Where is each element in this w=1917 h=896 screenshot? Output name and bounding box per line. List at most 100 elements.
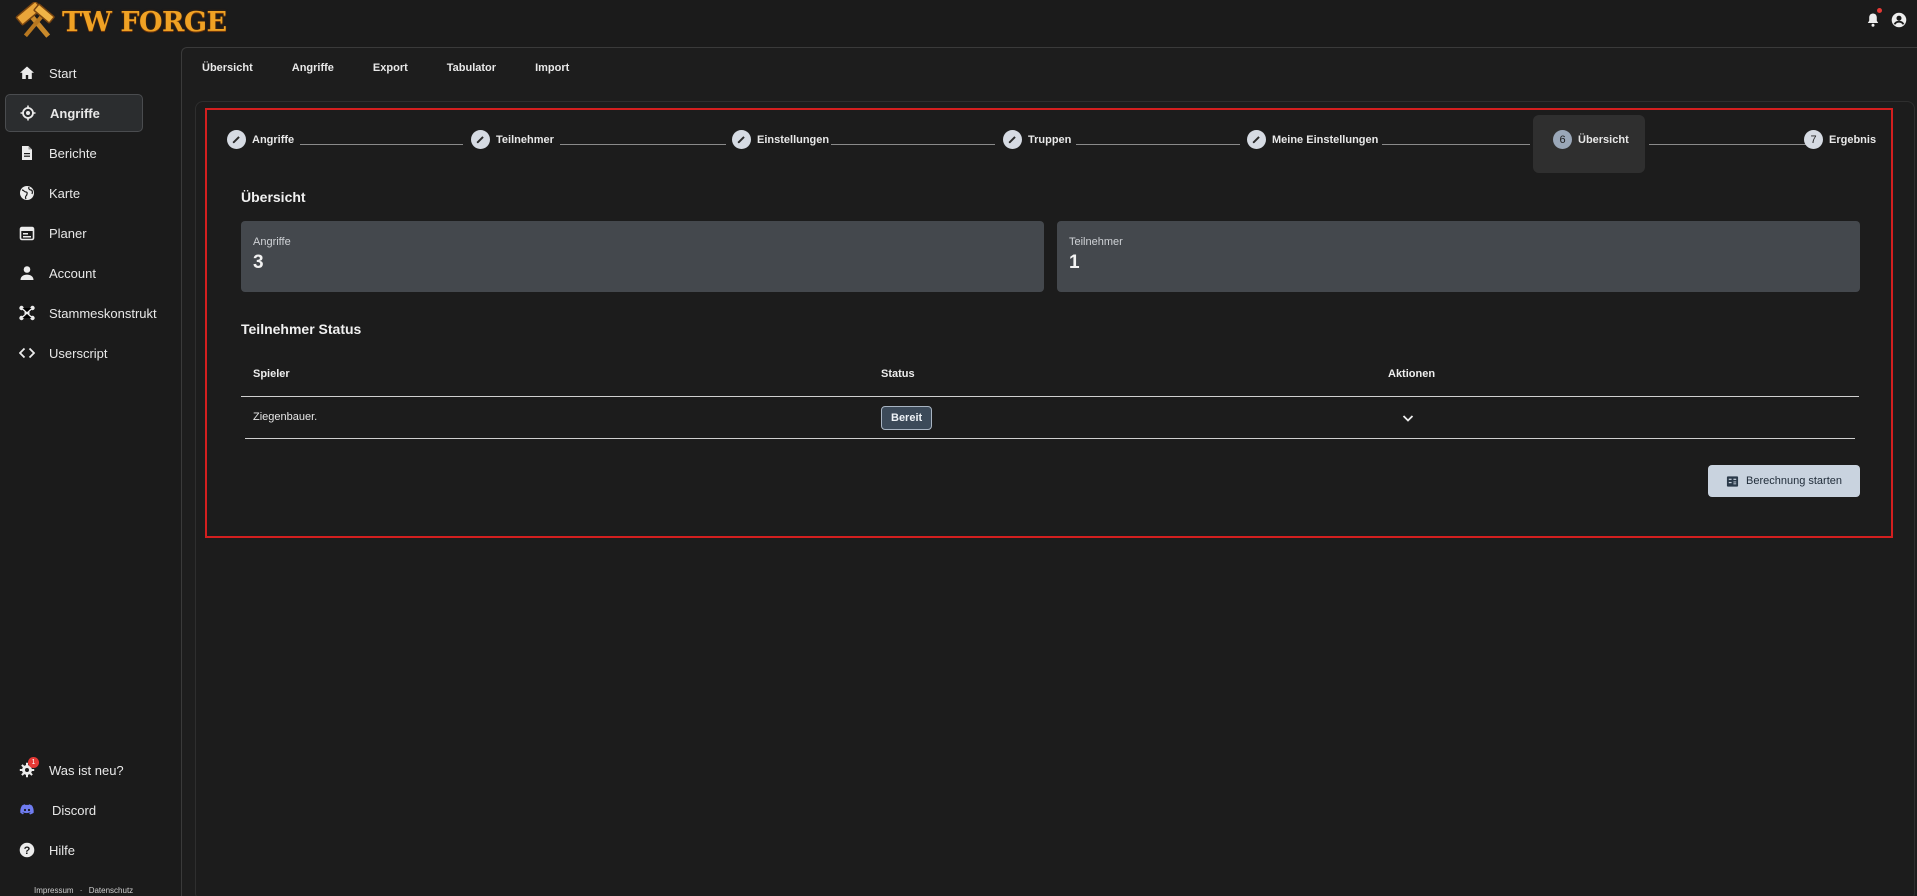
step-number: 7: [1804, 130, 1823, 149]
step-connector: [300, 144, 463, 145]
sidebar-item-label: Userscript: [49, 345, 108, 361]
step-teilnehmer[interactable]: Teilnehmer: [471, 130, 554, 149]
edit-pencil-icon: [232, 136, 240, 144]
step-uebersicht[interactable]: 6 Übersicht: [1553, 130, 1629, 149]
sidebar-item-hilfe[interactable]: ? Hilfe: [5, 831, 143, 869]
column-header-status: Status: [881, 368, 915, 380]
tab-import[interactable]: Import: [535, 62, 569, 74]
stat-card-teilnehmer: Teilnehmer 1: [1057, 221, 1860, 292]
column-header-aktionen: Aktionen: [1388, 368, 1436, 380]
help-icon: ?: [19, 842, 35, 858]
app-logo-text: TW FORGE: [62, 6, 227, 38]
step-label: Übersicht: [1578, 133, 1629, 146]
sidebar-item-planer[interactable]: Planer: [5, 214, 143, 252]
hammer-logo-icon: [15, 2, 55, 38]
step-einstellungen[interactable]: Einstellungen: [732, 130, 829, 149]
tab-uebersicht[interactable]: Übersicht: [202, 62, 253, 74]
stat-label: Teilnehmer: [1069, 236, 1123, 248]
sidebar-item-berichte[interactable]: Berichte: [5, 134, 143, 172]
sidebar-item-discord[interactable]: Discord: [5, 791, 143, 829]
stat-value: 1: [1069, 252, 1080, 273]
footer-links: Impressum · Datenschutz: [34, 886, 137, 895]
code-icon: [19, 347, 35, 359]
stat-value: 3: [253, 252, 264, 273]
step-truppen[interactable]: Truppen: [1003, 130, 1071, 149]
step-connector: [560, 144, 726, 145]
sidebar-item-label: Angriffe: [50, 105, 100, 121]
top-tabs: Übersicht Angriffe Export Tabulator Impo…: [182, 48, 608, 88]
step-ergebnis[interactable]: 7 Ergebnis: [1804, 130, 1876, 149]
status-badge: Bereit: [881, 406, 933, 430]
sidebar-item-label: Berichte: [49, 145, 97, 161]
overview-title: Übersicht: [241, 189, 306, 205]
table-row: Ziegenbauer. Bereit: [245, 397, 1855, 439]
step-number: 6: [1553, 130, 1572, 149]
impressum-link[interactable]: Impressum: [34, 886, 74, 895]
tab-tabulator[interactable]: Tabulator: [447, 62, 496, 74]
start-calculation-button[interactable]: Berechnung starten: [1708, 465, 1860, 497]
sidebar-item-start[interactable]: Start: [5, 54, 143, 92]
step-angriffe[interactable]: Angriffe: [227, 130, 294, 149]
participants-table: Spieler Status Aktionen Ziegenbauer. Ber…: [241, 354, 1859, 439]
sidebar-item-angriffe[interactable]: Angriffe: [5, 94, 143, 132]
sidebar-bottom-nav: 1 Was ist neu? Discord ? Hilfe: [5, 751, 143, 871]
stat-label: Angriffe: [253, 236, 291, 248]
app-logo[interactable]: TW FORGE: [14, 2, 227, 42]
target-icon: [20, 105, 36, 121]
notification-badge: 1: [28, 757, 39, 768]
datenschutz-link[interactable]: Datenschutz: [89, 886, 133, 895]
step-connector: [1076, 144, 1240, 145]
step-connector: [831, 144, 995, 145]
sidebar-item-label: Was ist neu?: [49, 762, 124, 778]
edit-pencil-icon: [737, 136, 745, 144]
sidebar-item-label: Hilfe: [49, 842, 76, 858]
sidebar-item-label: Karte: [49, 185, 81, 201]
step-label: Angriffe: [252, 133, 295, 146]
step-label: Truppen: [1028, 133, 1072, 146]
sidebar-item-label: Discord: [52, 802, 97, 818]
sidebar-item-label: Account: [49, 265, 96, 281]
step-label: Ergebnis: [1829, 133, 1877, 146]
top-bar: TW FORGE: [0, 0, 1917, 44]
home-icon: [20, 66, 34, 79]
sidebar-item-karte[interactable]: Karte: [5, 174, 143, 212]
tab-export[interactable]: Export: [373, 62, 408, 74]
account-circle-icon[interactable]: [1891, 12, 1907, 28]
discord-icon: [20, 804, 34, 815]
person-icon: [20, 266, 34, 280]
table-header: Spieler Status Aktionen: [241, 354, 1859, 397]
footer-separator: ·: [79, 886, 83, 895]
step-label: Meine Einstellungen: [1272, 133, 1379, 146]
sidebar-item-userscript[interactable]: Userscript: [5, 334, 143, 372]
edit-pencil-icon: [1252, 136, 1260, 144]
step-connector: [1382, 144, 1530, 145]
calculator-icon: [1726, 475, 1739, 487]
notification-dot: [1877, 8, 1882, 13]
sidebar-item-stammeskonstrukt[interactable]: Stammeskonstrukt: [5, 294, 157, 332]
network-icon: [19, 305, 35, 321]
notifications-bell-icon[interactable]: [1865, 8, 1882, 28]
step-connector: [1649, 144, 1820, 145]
column-header-spieler: Spieler: [253, 368, 290, 380]
sidebar-nav: Start Angriffe Berichte Karte Planer Acc…: [5, 54, 157, 374]
step-label: Einstellungen: [757, 133, 830, 146]
sidebar-item-whats-new[interactable]: 1 Was ist neu?: [5, 751, 143, 789]
step-label: Teilnehmer: [496, 133, 554, 146]
calendar-icon: [19, 226, 35, 241]
start-calculation-label: Berechnung starten: [1745, 475, 1842, 487]
player-name: Ziegenbauer.: [253, 411, 318, 423]
sidebar-item-label: Stammeskonstrukt: [49, 305, 157, 321]
step-meine-einstellungen[interactable]: Meine Einstellungen: [1247, 130, 1378, 149]
sidebar-item-label: Planer: [49, 225, 87, 241]
chevron-down-icon[interactable]: [1400, 410, 1416, 426]
sidebar-item-label: Start: [49, 65, 77, 81]
participants-status-title: Teilnehmer Status: [241, 321, 362, 337]
edit-pencil-icon: [476, 136, 484, 144]
svg-text:?: ?: [24, 845, 31, 857]
stat-card-angriffe: Angriffe 3: [241, 221, 1044, 292]
edit-pencil-icon: [1008, 136, 1016, 144]
sidebar-item-account[interactable]: Account: [5, 254, 143, 292]
tab-angriffe[interactable]: Angriffe: [292, 62, 334, 74]
document-icon: [22, 146, 32, 160]
globe-icon: [20, 186, 34, 200]
